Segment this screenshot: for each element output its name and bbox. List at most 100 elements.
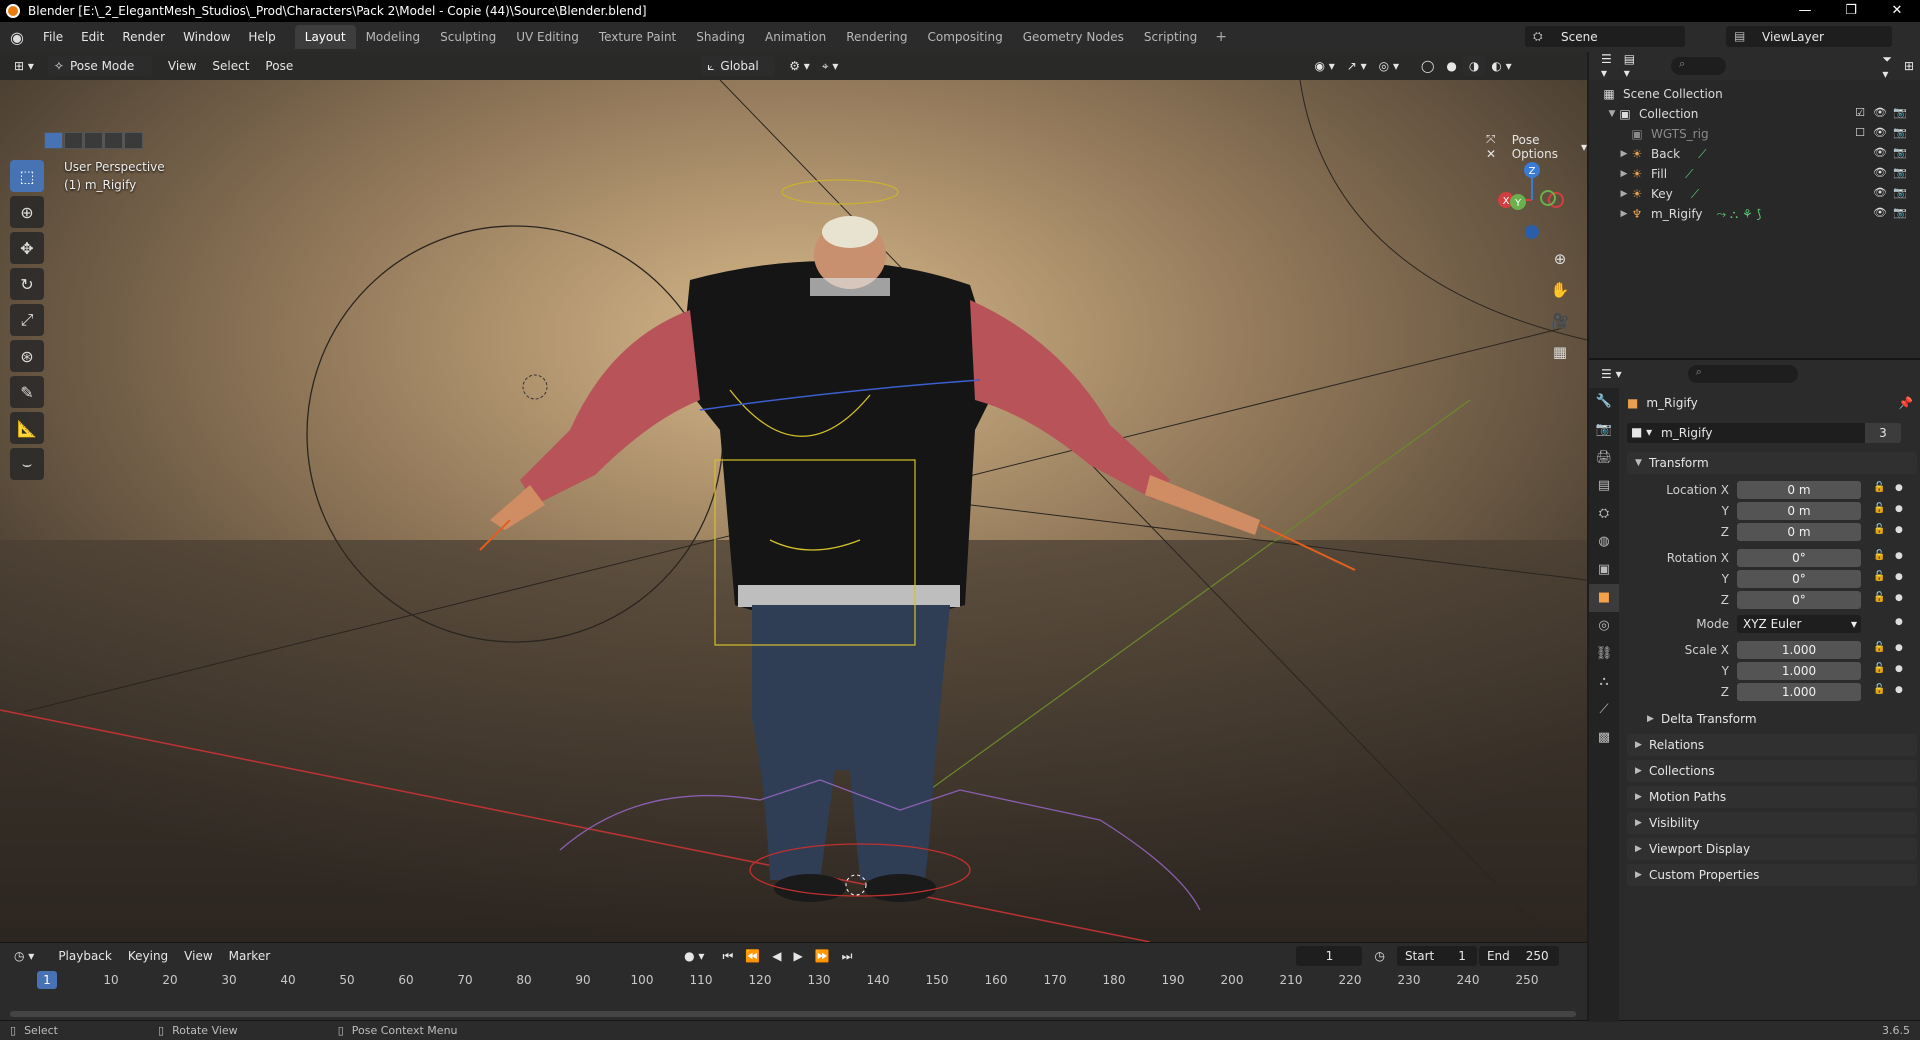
shading-material-icon[interactable]: ◑ xyxy=(1462,56,1486,76)
camera-icon[interactable]: 📷 xyxy=(1890,206,1910,219)
lock-icon[interactable]: 🔓 xyxy=(1873,684,1885,695)
outliner-item-fill[interactable]: ▶ ☀ Fill ⟋ 👁 📷 xyxy=(1601,164,1920,184)
keyframe-dot-icon[interactable]: ● xyxy=(1895,593,1903,603)
camera-view-icon[interactable]: 🎥 xyxy=(1548,309,1572,333)
select-box-tool-icon[interactable]: ⬚ xyxy=(10,160,44,192)
shading-wireframe-icon[interactable]: ◯ xyxy=(1415,56,1440,76)
timeline-ruler[interactable]: 1 10 20 30 40 50 60 70 80 90 100 110 120… xyxy=(0,971,1587,991)
gizmo-neg-z-icon[interactable] xyxy=(1525,225,1539,239)
shading-rendered-icon[interactable]: ◐ ▾ xyxy=(1485,56,1517,76)
collection-tab-icon[interactable]: ▣ xyxy=(1589,556,1619,584)
pan-hand-icon[interactable]: ✋ xyxy=(1548,278,1572,302)
output-tab-icon[interactable]: 🖨 xyxy=(1589,444,1619,472)
expand-arrow-icon[interactable]: ▶ xyxy=(1619,189,1629,199)
annotate-tool-icon[interactable]: ✎ xyxy=(10,376,44,408)
world-tab-icon[interactable]: ◍ xyxy=(1589,528,1619,556)
tab-sculpting[interactable]: Sculpting xyxy=(430,25,506,49)
navigation-gizmo[interactable]: Z X Y xyxy=(1494,160,1574,250)
end-frame-field[interactable]: End 250 xyxy=(1478,946,1559,966)
rotation-x-field[interactable]: 0° xyxy=(1737,549,1861,567)
menu-help[interactable]: Help xyxy=(239,22,284,52)
transform-panel-header[interactable]: ▼ Transform xyxy=(1627,452,1917,474)
outliner-item-wgts-rig[interactable]: ▣ WGTS_rig ☐ 👁 📷 xyxy=(1601,124,1920,144)
visibility-panel-header[interactable]: ▶ Visibility xyxy=(1627,812,1917,834)
close-button[interactable]: ✕ xyxy=(1874,0,1920,22)
blender-logo-icon[interactable]: ◉ xyxy=(0,22,34,52)
location-y-field[interactable]: 0 m xyxy=(1737,502,1861,520)
view-layer-tab-icon[interactable]: ▤ xyxy=(1589,472,1619,500)
keyframe-dot-icon[interactable]: ● xyxy=(1895,685,1903,695)
rotation-z-field[interactable]: 0° xyxy=(1737,591,1861,609)
snap-icon[interactable]: ⌖ ▾ xyxy=(816,56,845,76)
scene-selector[interactable]: ⛭ Scene xyxy=(1525,26,1685,47)
new-collection-icon[interactable]: ⊞ xyxy=(1898,56,1920,76)
eye-icon[interactable]: 👁 xyxy=(1870,166,1890,179)
menu-file[interactable]: File xyxy=(34,22,72,52)
tab-geometry-nodes[interactable]: Geometry Nodes xyxy=(1013,25,1134,49)
expand-arrow-icon[interactable]: ▶ xyxy=(1619,149,1629,159)
viewport-scene[interactable] xyxy=(0,80,1587,942)
perspective-grid-icon[interactable]: ▦ xyxy=(1548,340,1572,364)
viewport-display-panel-header[interactable]: ▶ Viewport Display xyxy=(1627,838,1917,860)
scale-z-field[interactable]: 1.000 xyxy=(1737,683,1861,701)
object-browse-icon[interactable]: ■ ▾ xyxy=(1631,425,1652,439)
timeline-editor-type-icon[interactable]: ◷ ▾ xyxy=(8,946,40,966)
select-mode-invert-icon[interactable] xyxy=(104,132,123,149)
keyframe-dot-icon[interactable]: ● xyxy=(1895,617,1903,627)
select-mode-extend-icon[interactable] xyxy=(64,132,83,149)
camera-icon[interactable]: 📷 xyxy=(1890,106,1910,119)
keyframe-dot-icon[interactable]: ● xyxy=(1895,643,1903,653)
eye-icon[interactable]: 👁 xyxy=(1870,106,1890,119)
viewport-menu-pose[interactable]: Pose xyxy=(257,59,301,73)
object-name-field[interactable]: ■ ▾ m_Rigify 3 xyxy=(1627,423,1901,443)
overlay-toggle-icon[interactable]: ◎ ▾ xyxy=(1373,56,1405,76)
tab-modeling[interactable]: Modeling xyxy=(356,25,431,49)
tab-uv-editing[interactable]: UV Editing xyxy=(506,25,589,49)
mode-dropdown[interactable]: ✧ Pose Mode xyxy=(47,56,152,76)
lock-icon[interactable]: 🔓 xyxy=(1873,571,1885,582)
tab-texture-paint[interactable]: Texture Paint xyxy=(589,25,686,49)
menu-edit[interactable]: Edit xyxy=(72,22,113,52)
outliner-collection[interactable]: ▼ ▣ Collection ☑ 👁 📷 xyxy=(1601,104,1920,124)
timeline-scrollbar[interactable] xyxy=(10,1011,1576,1017)
eye-icon[interactable]: 👁 xyxy=(1870,126,1890,139)
next-keyframe-icon[interactable]: ⏩ xyxy=(809,946,836,966)
play-icon[interactable]: ▶ xyxy=(787,946,808,966)
add-workspace-button[interactable]: + xyxy=(1207,29,1235,45)
3d-viewport[interactable]: ⊞ ▾ ✧ Pose Mode View Select Pose ⟀ Globa… xyxy=(0,52,1587,942)
keyframe-dot-icon[interactable]: ● xyxy=(1895,504,1903,514)
editor-type-dropdown[interactable]: ⊞ ▾ xyxy=(8,56,40,76)
play-reverse-icon[interactable]: ◀ xyxy=(766,946,787,966)
timeline-menu-keying[interactable]: Keying xyxy=(120,949,176,963)
display-mode-icon[interactable]: ▤ ▾ xyxy=(1618,52,1641,80)
rotation-y-field[interactable]: 0° xyxy=(1737,570,1861,588)
tab-compositing[interactable]: Compositing xyxy=(917,25,1012,49)
view-layer-selector[interactable]: ▤ ViewLayer xyxy=(1726,26,1892,47)
lock-icon[interactable]: 🔓 xyxy=(1873,482,1885,493)
properties-editor-type-icon[interactable]: ☰ ▾ xyxy=(1595,364,1628,384)
camera-icon[interactable]: 📷 xyxy=(1890,146,1910,159)
lock-icon[interactable]: 🔓 xyxy=(1873,503,1885,514)
motion-paths-panel-header[interactable]: ▶ Motion Paths xyxy=(1627,786,1917,808)
outliner-search-input[interactable]: ⌕ xyxy=(1671,57,1727,75)
properties-search-input[interactable]: ⌕ xyxy=(1687,365,1798,383)
scale-tool-icon[interactable]: ⤢ xyxy=(10,304,44,336)
select-mode-new-icon[interactable] xyxy=(44,132,63,149)
eye-icon[interactable]: 👁 xyxy=(1870,146,1890,159)
maximize-button[interactable]: ❐ xyxy=(1828,0,1874,22)
bone-tab-icon[interactable]: ⟋ xyxy=(1589,696,1619,724)
jump-end-icon[interactable]: ⏭ xyxy=(836,946,859,966)
eye-icon[interactable]: 👁 xyxy=(1870,206,1890,219)
move-tool-icon[interactable]: ✥ xyxy=(10,232,44,264)
custom-properties-panel-header[interactable]: ▶ Custom Properties xyxy=(1627,864,1917,886)
clock-icon[interactable]: ◷ xyxy=(1368,946,1390,966)
armature-data-tab-icon[interactable]: ⛬ xyxy=(1589,668,1619,696)
camera-icon[interactable]: 📷 xyxy=(1890,166,1910,179)
scene-tab-icon[interactable]: ⛭ xyxy=(1589,500,1619,528)
start-frame-field[interactable]: Start 1 xyxy=(1396,946,1477,966)
lock-icon[interactable]: 🔓 xyxy=(1873,592,1885,603)
bend-tool-icon[interactable]: ⌣ xyxy=(10,448,44,480)
lock-icon[interactable]: 🔓 xyxy=(1873,550,1885,561)
jump-start-icon[interactable]: ⏮ xyxy=(716,946,739,966)
expand-arrow-icon[interactable]: ▼ xyxy=(1607,109,1617,119)
